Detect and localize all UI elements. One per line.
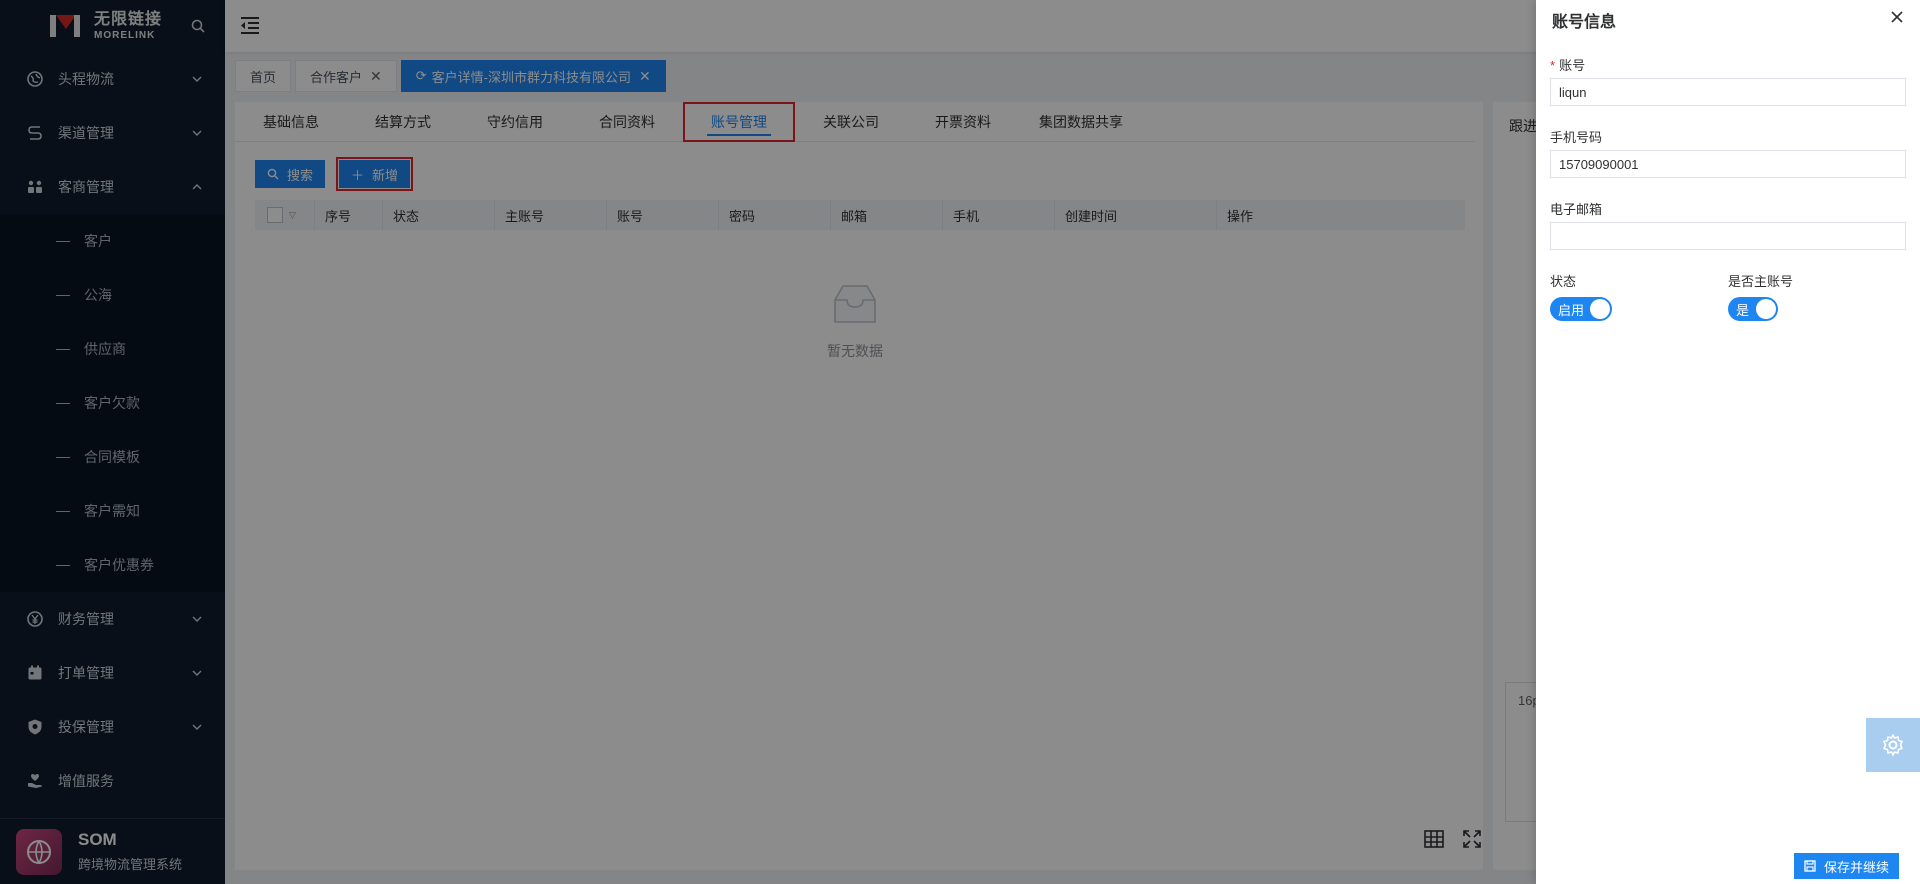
status-switch[interactable]: 启用 — [1550, 297, 1612, 321]
main-account-label: 是否主账号 — [1728, 274, 1794, 289]
email-input[interactable] — [1550, 222, 1906, 250]
phone-label: 手机号码 — [1550, 130, 1603, 145]
account-label: * 账号 — [1550, 58, 1586, 73]
account-input[interactable] — [1550, 78, 1906, 106]
drawer-title: 账号信息 — [1552, 14, 1617, 31]
main-account-switch[interactable]: 是 — [1728, 297, 1778, 321]
settings-float-button[interactable] — [1866, 718, 1920, 772]
phone-input[interactable] — [1550, 150, 1906, 178]
gear-icon — [1883, 734, 1903, 756]
save-and-continue-button[interactable]: 保存并继续 — [1794, 853, 1900, 879]
status-label: 状态 — [1550, 274, 1577, 289]
close-icon[interactable] — [1890, 10, 1904, 24]
account-info-drawer: 账号信息 *账号 手机号码 电子邮箱 状态 启用 是否主账号 是 保存并继续 — [1536, 0, 1920, 884]
save-icon — [1804, 860, 1816, 872]
email-label: 电子邮箱 — [1550, 202, 1603, 217]
modal-overlay[interactable] — [0, 0, 1536, 884]
